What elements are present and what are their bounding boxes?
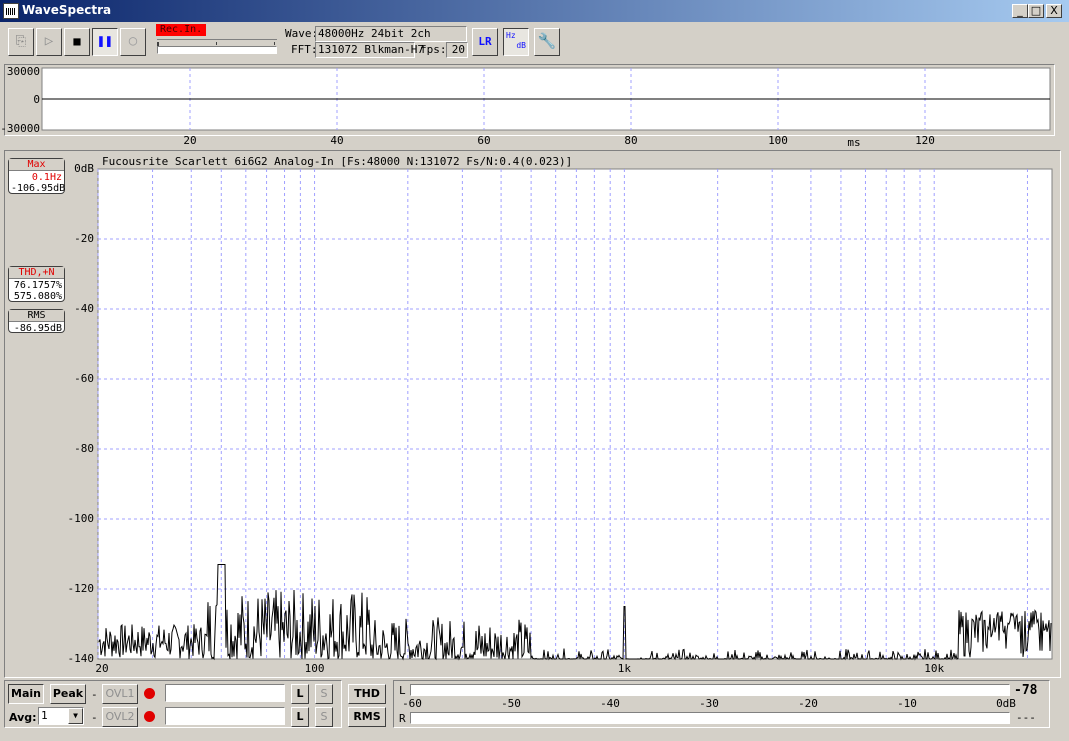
ovl2-button[interactable]: OVL2 [102,707,138,727]
meter-r-value: --- [1016,711,1036,724]
meter-scale-label: -10 [897,697,917,710]
meter-scale-label: -20 [798,697,818,710]
thd-box: THD,+N 76.1757% 575.080% [8,266,65,302]
ovl1-button[interactable]: OVL1 [102,684,138,704]
rms-title: RMS [9,310,64,322]
meter-r-label: R [399,712,406,725]
left-channel-button[interactable]: L [291,707,309,727]
thd-title: THD,+N [9,267,64,279]
spectrum-x-tick-label: 1k [617,662,631,675]
max-peak-box: Max 0.1Hz -106.95dB [8,158,65,194]
spectrum-y-tick-label: -80 [74,442,94,455]
meter-scale-label: -50 [501,697,521,710]
ovl2-field[interactable] [165,707,285,725]
chevron-down-icon: ▼ [68,708,83,724]
dash-1: - [91,688,98,701]
meter-bar-right [410,712,1010,724]
main-button[interactable]: Main [8,684,44,704]
s-button[interactable]: S [315,684,333,704]
rms-box: RMS -86.95dB [8,309,65,334]
thd-value-1: 76.1757% [13,280,62,291]
spectrum-y-tick-label: -60 [74,372,94,385]
avg-label: Avg: [9,711,37,724]
left-channel-button[interactable]: L [291,684,309,704]
spectrum-x-tick-label: 100 [304,662,325,675]
avg-select[interactable]: 1 ▼ [38,707,84,725]
record-indicator-icon [144,711,155,722]
peak-button[interactable]: Peak [50,684,86,704]
spectrum-y-tick-label: -120 [67,582,95,595]
meter-scale-label: -40 [600,697,620,710]
thd-button[interactable]: THD [348,684,386,704]
meter-scale-label: 0dB [996,697,1016,710]
meter-scale-label: -60 [402,697,422,710]
max-level: -106.95dB [11,183,66,194]
avg-value: 1 [41,709,48,722]
spectrum-x-tick-label: 10k [924,662,945,675]
spectrum-plot-area [97,168,1053,660]
rms-button[interactable]: RMS [348,707,386,727]
spectrum-plot [97,168,1053,661]
s-button[interactable]: S [315,707,333,727]
max-frequency: 0.1Hz [31,172,62,183]
spectrum-x-tick-label: 20 [95,662,109,675]
thd-value-2: 575.080% [13,291,62,302]
spectrum-y-tick-label: -20 [74,232,94,245]
meter-l-label: L [399,684,406,697]
max-title: Max [9,159,64,171]
meter-bar-left [410,684,1010,696]
meter-l-value: -78 [1014,683,1038,698]
spectrum-y-tick-label: -100 [67,512,95,525]
spectrum-y-tick-label: -140 [67,652,95,665]
rms-value: -86.95dB [13,323,62,334]
dash-2: - [91,711,98,724]
record-indicator-icon [144,688,155,699]
ovl1-field[interactable] [165,684,285,702]
meter-scale-label: -30 [699,697,719,710]
